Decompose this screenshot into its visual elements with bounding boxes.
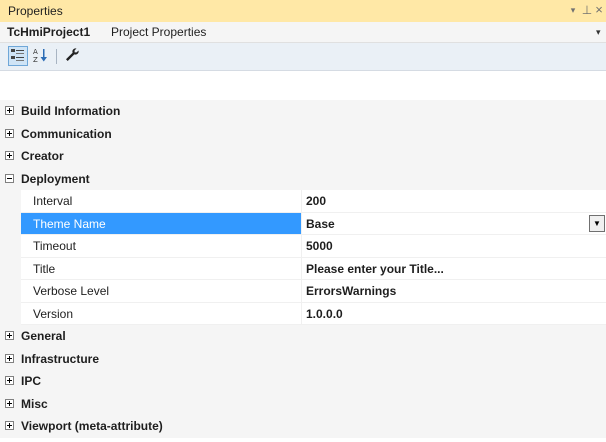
property-name[interactable]: Timeout [21,235,301,258]
property-value[interactable]: 1.0.0.0 [302,303,606,325]
expand-icon[interactable] [5,151,14,160]
category-row[interactable]: IPC [0,370,606,393]
expand-icon[interactable] [5,421,14,430]
property-value[interactable]: Please enter your Title... [302,258,606,280]
property-value-text: ErrorsWarnings [306,284,397,298]
expand-icon[interactable] [5,353,14,363]
categorized-button[interactable] [8,46,28,66]
properties-panel: Properties ▾ ⊥ × TcHmiProject1 Project P… [0,0,606,442]
property-row[interactable]: Theme Name Base ▼ [0,212,606,235]
expand-icon[interactable] [5,128,14,138]
categorized-icon [11,49,24,61]
wrench-icon [66,48,79,61]
property-grid: Build Information Communication Creator Dep… [0,100,606,442]
expand-icon[interactable] [5,331,14,340]
panel-titlebar[interactable]: Properties ▾ ⊥ × [0,0,606,23]
property-row[interactable]: Timeout 5000 [0,235,606,258]
expand-icon[interactable] [5,106,14,115]
category-label: IPC [21,374,42,388]
property-row[interactable]: Version 1.0.0.0 [0,302,606,325]
category-label: Viewport (meta-attribute) [21,419,163,433]
property-row[interactable]: Verbose Level ErrorsWarnings [0,280,606,303]
row-margin [0,235,21,258]
category-row[interactable]: Build Information [0,100,606,123]
property-name[interactable]: Theme Name [21,212,301,235]
category-label: Infrastructure [21,351,100,366]
property-value[interactable]: ErrorsWarnings [302,280,606,303]
object-type: Project Properties [111,25,207,39]
property-value-text: 5000 [306,239,333,253]
chevron-down-icon[interactable]: ▾ [596,25,606,39]
row-margin [0,302,21,325]
alphabetical-button[interactable]: A Z [32,46,52,66]
category-row[interactable]: Misc [0,392,606,415]
property-name[interactable]: Verbose Level [21,280,301,303]
collapse-icon[interactable] [5,173,14,183]
property-value[interactable]: 5000 [302,235,606,258]
category-row[interactable]: Creator [0,145,606,168]
row-margin [0,190,21,213]
category-label: Misc [21,396,48,411]
dropdown-arrow-icon[interactable]: ▼ [589,214,605,232]
row-margin [0,280,21,303]
property-name[interactable]: Version [21,303,301,325]
toolbar-separator [56,49,57,64]
property-value-text: 200 [306,194,327,208]
window-position-dropdown-icon[interactable]: ▾ [566,1,580,19]
property-name[interactable]: Title [21,258,301,280]
property-value-text: Please enter your Title... [306,261,444,276]
expand-icon[interactable] [5,398,14,408]
object-selector[interactable]: TcHmiProject1 Project Properties ▾ [0,22,606,43]
property-value-text: Base [306,216,335,231]
category-row[interactable]: Communication [0,122,606,145]
row-margin [0,212,21,235]
property-value-text: 1.0.0.0 [306,306,343,321]
category-label: Deployment [21,171,90,186]
panel-title: Properties [8,4,63,18]
property-row[interactable]: Interval 200 [0,190,606,213]
category-label: Build Information [21,104,121,118]
category-row[interactable]: Viewport (meta-attribute) [0,415,606,438]
properties-toolbar: A Z [0,43,606,71]
category-label: Communication [21,126,112,141]
property-name[interactable]: Interval [21,190,301,213]
property-row[interactable]: Title Please enter your Title... [0,257,606,280]
object-name: TcHmiProject1 [7,25,91,39]
property-value[interactable]: Base ▼ [302,213,606,235]
category-row[interactable]: General [0,325,606,348]
close-icon[interactable]: × [592,1,606,19]
property-value[interactable]: 200 [302,190,606,213]
row-margin [0,257,21,280]
category-row[interactable]: Infrastructure [0,347,606,370]
category-label: Creator [21,149,64,163]
expand-icon[interactable] [5,376,14,385]
category-row[interactable]: Deployment [0,167,606,190]
sort-alphabetical-icon: A Z [33,48,47,63]
category-label: General [21,329,66,343]
svg-text:Z: Z [33,56,38,63]
svg-text:A: A [33,48,38,56]
property-pages-button[interactable] [63,46,83,66]
